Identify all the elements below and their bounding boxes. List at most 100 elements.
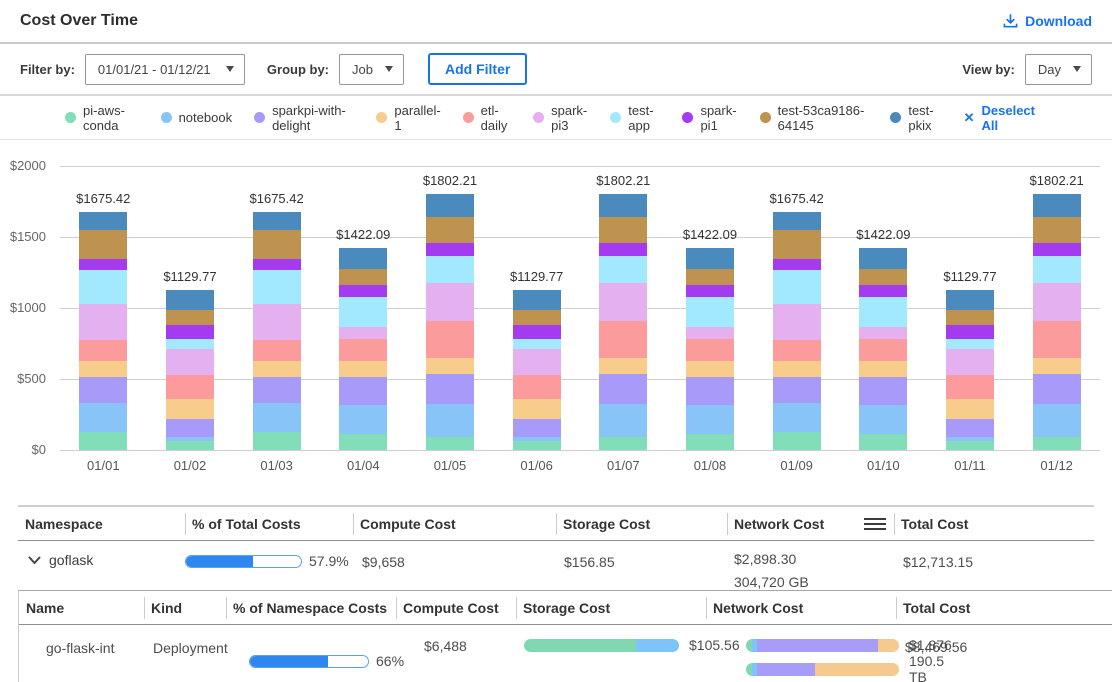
bar-segment-sparkpi-with-delight[interactable]: [513, 419, 561, 436]
bar-segment-pi-aws-conda[interactable]: [946, 441, 994, 450]
bar-segment-test-53ca9186-64145[interactable]: [79, 230, 127, 259]
bar-segment-etl-daily[interactable]: [1033, 321, 1081, 358]
bar-segment-spark-pi1[interactable]: [1033, 243, 1081, 256]
bar-segment-pi-aws-conda[interactable]: [339, 434, 387, 450]
column-menu-icon[interactable]: [864, 518, 886, 530]
bar-segment-sparkpi-with-delight[interactable]: [686, 377, 734, 405]
bar-segment-test-pkix[interactable]: [513, 290, 561, 310]
legend-item-etl-daily[interactable]: etl-daily: [463, 103, 511, 133]
bar-segment-etl-daily[interactable]: [686, 339, 734, 361]
bar-segment-spark-pi1[interactable]: [253, 259, 301, 270]
bar-segment-sparkpi-with-delight[interactable]: [253, 377, 301, 404]
bar-segment-spark-pi1[interactable]: [426, 243, 474, 256]
bar-segment-spark-pi1[interactable]: [513, 325, 561, 339]
bar-segment-sparkpi-with-delight[interactable]: [599, 374, 647, 405]
bar-segment-test-app[interactable]: [599, 256, 647, 284]
add-filter-button[interactable]: Add Filter: [428, 53, 527, 85]
bar-segment-etl-daily[interactable]: [426, 321, 474, 358]
legend-item-test-pkix[interactable]: test-pkix: [890, 103, 941, 133]
bar-segment-test-app[interactable]: [686, 297, 734, 328]
legend-item-spark-pi3[interactable]: spark-pi3: [533, 103, 588, 133]
bar-segment-test-app[interactable]: [1033, 256, 1081, 284]
bar-01/10[interactable]: [859, 248, 907, 450]
bar-segment-notebook[interactable]: [79, 403, 127, 432]
bar-segment-pi-aws-conda[interactable]: [859, 434, 907, 450]
bar-segment-test-app[interactable]: [253, 270, 301, 304]
bar-segment-etl-daily[interactable]: [513, 375, 561, 398]
bar-segment-test-pkix[interactable]: [253, 212, 301, 230]
bar-segment-parallel-1[interactable]: [859, 361, 907, 377]
bar-segment-sparkpi-with-delight[interactable]: [946, 419, 994, 436]
bar-segment-test-app[interactable]: [339, 297, 387, 328]
bar-segment-parallel-1[interactable]: [426, 358, 474, 374]
bar-segment-etl-daily[interactable]: [946, 375, 994, 398]
bar-segment-test-pkix[interactable]: [1033, 194, 1081, 217]
bar-segment-notebook[interactable]: [599, 404, 647, 437]
bar-segment-test-app[interactable]: [773, 270, 821, 304]
bar-segment-pi-aws-conda[interactable]: [253, 432, 301, 450]
view-by-select[interactable]: Day: [1025, 54, 1092, 85]
bar-segment-pi-aws-conda[interactable]: [1033, 437, 1081, 450]
legend-item-spark-pi1[interactable]: spark-pi1: [682, 103, 737, 133]
bar-01/05[interactable]: [426, 194, 474, 450]
bar-segment-etl-daily[interactable]: [599, 321, 647, 358]
bar-segment-spark-pi3[interactable]: [253, 304, 301, 340]
bar-segment-test-app[interactable]: [426, 256, 474, 284]
bar-segment-spark-pi1[interactable]: [166, 325, 214, 339]
bar-segment-spark-pi3[interactable]: [513, 349, 561, 376]
bar-segment-notebook[interactable]: [253, 403, 301, 432]
bar-segment-sparkpi-with-delight[interactable]: [79, 377, 127, 404]
bar-segment-test-53ca9186-64145[interactable]: [339, 269, 387, 285]
bar-segment-spark-pi3[interactable]: [859, 327, 907, 339]
bar-segment-pi-aws-conda[interactable]: [426, 437, 474, 450]
bar-segment-etl-daily[interactable]: [166, 375, 214, 398]
bar-segment-notebook[interactable]: [773, 403, 821, 432]
bar-01/11[interactable]: [946, 290, 994, 450]
bar-segment-test-53ca9186-64145[interactable]: [426, 217, 474, 243]
bar-segment-sparkpi-with-delight[interactable]: [773, 377, 821, 404]
bar-segment-spark-pi1[interactable]: [599, 243, 647, 256]
bar-segment-parallel-1[interactable]: [599, 358, 647, 374]
bar-segment-spark-pi3[interactable]: [79, 304, 127, 340]
bar-segment-notebook[interactable]: [339, 405, 387, 434]
bar-segment-test-pkix[interactable]: [773, 212, 821, 230]
legend-item-notebook[interactable]: notebook: [161, 110, 233, 125]
bar-01/04[interactable]: [339, 248, 387, 450]
bar-segment-spark-pi3[interactable]: [1033, 283, 1081, 320]
bar-segment-notebook[interactable]: [1033, 404, 1081, 437]
bar-segment-test-app[interactable]: [859, 297, 907, 328]
bar-segment-etl-daily[interactable]: [859, 339, 907, 361]
bar-segment-spark-pi3[interactable]: [426, 283, 474, 320]
bar-segment-spark-pi1[interactable]: [773, 259, 821, 270]
bar-segment-test-app[interactable]: [166, 339, 214, 348]
bar-segment-spark-pi1[interactable]: [339, 285, 387, 297]
bar-segment-spark-pi3[interactable]: [599, 283, 647, 320]
bar-segment-test-pkix[interactable]: [599, 194, 647, 217]
bar-segment-test-app[interactable]: [513, 339, 561, 348]
bar-01/03[interactable]: [253, 212, 301, 450]
bar-segment-etl-daily[interactable]: [773, 340, 821, 361]
bar-segment-test-pkix[interactable]: [426, 194, 474, 217]
bar-segment-parallel-1[interactable]: [79, 361, 127, 377]
bar-segment-sparkpi-with-delight[interactable]: [1033, 374, 1081, 405]
bar-01/12[interactable]: [1033, 194, 1081, 450]
bar-segment-test-pkix[interactable]: [946, 290, 994, 310]
namespace-expander[interactable]: goflask: [18, 541, 185, 568]
bar-01/06[interactable]: [513, 290, 561, 450]
deselect-all-button[interactable]: ✕ Deselect All: [964, 103, 1035, 133]
legend-item-test-app[interactable]: test-app: [610, 103, 660, 133]
table-row[interactable]: goflask 57.9% $9,658 $156.85 $2,898.30 3…: [18, 541, 1094, 590]
bar-segment-spark-pi3[interactable]: [166, 349, 214, 376]
bar-segment-pi-aws-conda[interactable]: [686, 434, 734, 450]
bar-segment-sparkpi-with-delight[interactable]: [426, 374, 474, 405]
bar-segment-pi-aws-conda[interactable]: [513, 441, 561, 450]
legend-item-parallel-1[interactable]: parallel-1: [376, 103, 440, 133]
bar-segment-parallel-1[interactable]: [513, 399, 561, 420]
bar-segment-test-53ca9186-64145[interactable]: [253, 230, 301, 259]
bar-segment-test-53ca9186-64145[interactable]: [773, 230, 821, 259]
bar-segment-notebook[interactable]: [426, 404, 474, 437]
bar-segment-test-53ca9186-64145[interactable]: [686, 269, 734, 285]
bar-segment-parallel-1[interactable]: [253, 361, 301, 377]
bar-segment-spark-pi1[interactable]: [79, 259, 127, 270]
bar-segment-test-app[interactable]: [946, 339, 994, 348]
